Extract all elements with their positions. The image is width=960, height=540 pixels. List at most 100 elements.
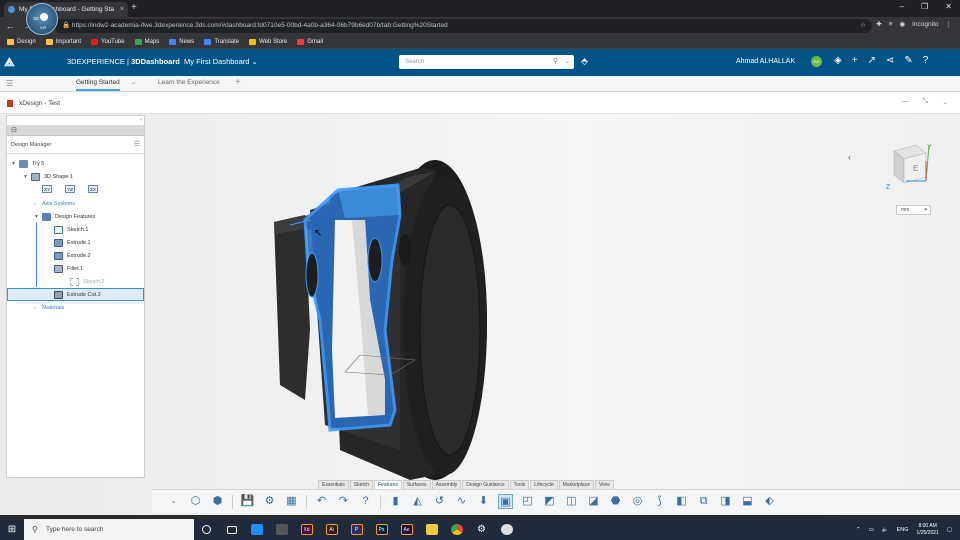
bookmark-item[interactable]: Gmail xyxy=(297,38,323,45)
clock[interactable]: 8:00 AM 1/25/2021 xyxy=(917,523,939,537)
compass-play-icon[interactable] xyxy=(40,13,48,21)
ae-app-icon[interactable]: Ae xyxy=(394,519,419,540)
tree-axis-systems[interactable]: › Axis Systems xyxy=(7,197,144,210)
part-tool-icon[interactable]: ⬡ xyxy=(188,494,203,509)
tree-feature-hidden[interactable]: Sketch.2 xyxy=(7,275,144,288)
action-tab-assembly[interactable]: Assembly xyxy=(431,480,462,489)
browser-menu-icon[interactable]: ⋮ xyxy=(946,20,953,28)
action-tab-view[interactable]: View xyxy=(594,480,614,489)
cut-tool-icon[interactable]: ▣ xyxy=(498,494,513,509)
tree-feature[interactable]: Extrude.2 xyxy=(7,249,144,262)
help-tool-icon[interactable]: ? xyxy=(358,494,373,509)
search-icon[interactable]: ⚲ xyxy=(553,55,558,69)
unit-dropdown-icon[interactable]: ▾ xyxy=(924,206,927,215)
ai-app-icon[interactable]: Ai xyxy=(319,519,344,540)
terminal-icon[interactable] xyxy=(269,519,294,540)
expand-icon[interactable]: › xyxy=(34,201,42,207)
action-tab-essentials[interactable]: Essentials xyxy=(318,480,349,489)
tab-learn-experience[interactable]: Learn the Experience xyxy=(158,79,220,86)
tab-close-icon[interactable]: × xyxy=(120,6,124,13)
new-tab-button[interactable]: + xyxy=(131,2,137,13)
action-tab-tools[interactable]: Tools xyxy=(509,480,530,489)
tree-design-features[interactable]: ▼ Design Features xyxy=(7,210,144,223)
unit-selector[interactable]: mm ▾ xyxy=(896,205,931,215)
bookmark-item[interactable]: Translate xyxy=(204,38,239,45)
compass-widget[interactable]: 3D V,R xyxy=(26,3,58,35)
chamfer-tool-icon[interactable]: ◩ xyxy=(542,494,557,509)
action-tab-design-guidance[interactable]: Design Guidance xyxy=(462,480,509,489)
tree-root[interactable]: ▼ Try 5 xyxy=(7,157,144,170)
tools-icon[interactable]: ✎ xyxy=(904,55,912,66)
bookmark-item[interactable]: Design xyxy=(7,38,36,45)
revolve-tool-icon[interactable]: ◭ xyxy=(410,494,425,509)
ps-like-app-icon[interactable]: P xyxy=(344,519,369,540)
expand-icon[interactable]: ▼ xyxy=(34,214,42,220)
component-tool-icon[interactable]: ⬢ xyxy=(210,494,225,509)
folder-icon[interactable] xyxy=(419,519,444,540)
avatar[interactable]: AA xyxy=(811,56,822,67)
dashboard-menu-icon[interactable]: ☰ xyxy=(6,79,13,88)
minimize-app-icon[interactable]: — xyxy=(902,98,909,106)
back-icon[interactable]: ← xyxy=(2,21,18,31)
expand-icon[interactable]: › xyxy=(34,305,42,311)
tree-feature[interactable]: Extrude.1 xyxy=(7,236,144,249)
tree-view-icon[interactable]: ⊟ xyxy=(11,126,17,134)
close-window-icon[interactable]: ✕ xyxy=(945,2,952,11)
expand-icon[interactable]: ▼ xyxy=(23,174,31,180)
save-icon[interactable]: 💾 xyxy=(240,494,255,509)
tray-up-icon[interactable]: ⌃ xyxy=(856,527,861,533)
taskbar-search-input[interactable]: ⚲ Type here to search xyxy=(24,519,194,540)
chevron-left-icon[interactable]: ‹ xyxy=(848,152,851,162)
bookmark-item[interactable]: Web Store xyxy=(249,38,287,45)
network-icon[interactable]: ⋖ xyxy=(886,55,894,66)
tab-chevron-icon[interactable]: ⌄ xyxy=(131,79,136,86)
view-cube[interactable]: Y Z E xyxy=(886,141,932,191)
bookmark-item[interactable]: Maps xyxy=(134,38,159,45)
tree-feature[interactable]: Fillet.1 xyxy=(7,262,144,275)
add-icon[interactable]: + xyxy=(852,55,858,66)
sweep-tool-icon[interactable]: ↺ xyxy=(432,494,447,509)
settings-tool-icon[interactable]: ⚙ xyxy=(262,494,277,509)
collapse-panel-icon[interactable]: ‹ xyxy=(140,117,142,123)
search-dropdown-icon[interactable]: ⌄ xyxy=(565,55,570,69)
plane-zx-icon[interactable]: ZX xyxy=(88,185,98,193)
extension-puzzle-icon[interactable]: ✚ xyxy=(876,20,881,28)
tree-shape[interactable]: ▼ 3D Shape 1 xyxy=(7,170,144,183)
file-explorer-icon[interactable] xyxy=(244,519,269,540)
bookmark-item[interactable]: YouTube xyxy=(91,38,125,45)
panel-menu-icon[interactable]: ☰ xyxy=(134,140,140,148)
thread-tool-icon[interactable]: ⟆ xyxy=(652,494,667,509)
task-view-icon[interactable] xyxy=(219,519,244,540)
ds-logo-icon[interactable]: ⟁ xyxy=(4,55,15,70)
network-tray-icon[interactable]: ▭ xyxy=(869,527,874,533)
action-tab-features[interactable]: Features xyxy=(374,480,402,489)
settings-icon[interactable]: ⚙ xyxy=(469,519,494,540)
draft-tool-icon[interactable]: ◪ xyxy=(586,494,601,509)
tree-feature-selected[interactable]: Extrude Cut.3 xyxy=(7,288,144,301)
notification-icon[interactable]: ◈ xyxy=(834,55,842,66)
reading-list-icon[interactable]: ≡ xyxy=(889,21,893,28)
tab-getting-started[interactable]: Getting Started xyxy=(76,79,120,91)
browser-tab[interactable]: My First Dashboard - Getting Sta × xyxy=(4,2,128,17)
pattern-tool-icon[interactable]: ⧉ xyxy=(696,494,711,509)
rib-tool-icon[interactable]: ⬣ xyxy=(608,494,623,509)
user-name[interactable]: Ahmad ALHALLAK xyxy=(736,58,795,65)
action-tab-marketplace[interactable]: Marketplace xyxy=(558,480,594,489)
split-tool-icon[interactable]: ◨ xyxy=(718,494,733,509)
action-tab-lifecycle[interactable]: Lifecycle xyxy=(530,480,558,489)
plane-xy-icon[interactable]: XY xyxy=(42,185,52,193)
bookmark-item[interactable]: News xyxy=(169,38,194,45)
notifications-icon[interactable]: ▢ xyxy=(947,527,952,533)
cortana-icon[interactable] xyxy=(194,519,219,540)
parts-tool-icon[interactable]: ▦ xyxy=(284,494,299,509)
redo-icon[interactable]: ↷ xyxy=(336,494,351,509)
restore-icon[interactable]: ❐ xyxy=(921,2,928,11)
app-menu-chevron-icon[interactable]: ⌄ xyxy=(942,98,948,106)
windows-start-icon[interactable]: ⊞ xyxy=(0,524,24,535)
add-tab-icon[interactable]: + xyxy=(235,77,241,88)
plane-yz-icon[interactable]: YZ xyxy=(65,185,75,193)
undo-icon[interactable]: ↶ xyxy=(314,494,329,509)
xd-app-icon[interactable]: Xd xyxy=(294,519,319,540)
tree-materials[interactable]: › Materials xyxy=(7,301,144,314)
expand-icon[interactable]: ▼ xyxy=(11,161,19,167)
